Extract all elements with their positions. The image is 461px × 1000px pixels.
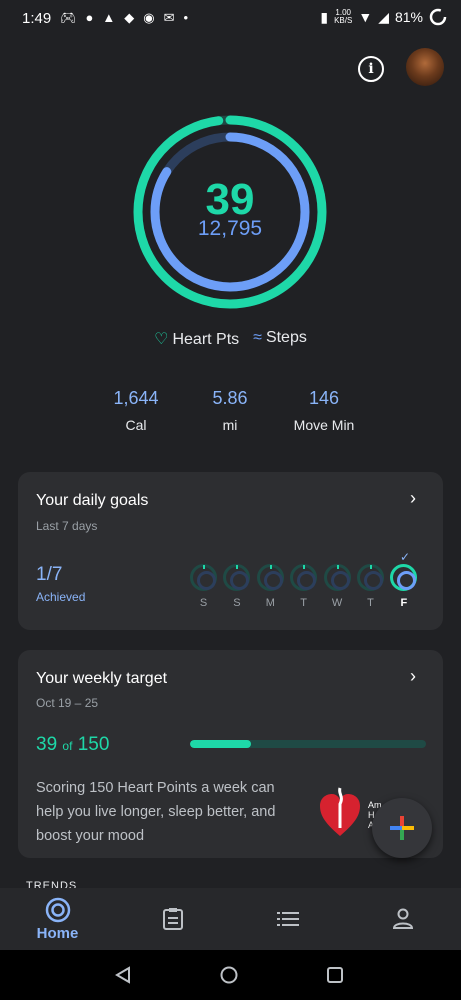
weekly-target-progress-text: 39 of 150 [36, 734, 110, 755]
discord-icon: 🎮︎ [60, 10, 77, 25]
add-button[interactable] [372, 798, 432, 858]
daily-goals-subtitle: Last 7 days [36, 519, 98, 533]
system-navigation [0, 950, 461, 1000]
steps-value: 12,795 [197, 217, 263, 240]
weekly-target-dates: Oct 19 – 25 [36, 696, 99, 710]
check-icon: ✓ [400, 550, 411, 564]
network-speed: 1.00 KB/S [334, 8, 353, 25]
legend-steps: ≈ Steps [253, 329, 307, 346]
line-icon: ● [85, 10, 94, 25]
shoe-icon: ≈ [253, 329, 262, 346]
mail-icon: ✉ [163, 10, 175, 25]
stat-move-min: 146 Move Min [293, 388, 355, 433]
reddit-icon: ◉ [143, 10, 155, 25]
legend-heart-pts: ♡ Heart Pts [154, 331, 240, 348]
tinder-icon: ◆ [124, 10, 135, 25]
notification-icons: 🎮︎ ● ▲ ◆ ◉ ✉ • [60, 10, 188, 26]
nav-journal[interactable] [115, 888, 230, 950]
day-ring-current: F [390, 564, 418, 609]
week-day-rings: S S M T W T F [190, 564, 418, 609]
day-ring: M [256, 564, 284, 609]
status-right: ▮ 1.00 KB/S ▼ ◢ 81% [320, 8, 447, 26]
ring-legend: ♡ Heart Pts ≈ Steps [0, 329, 461, 349]
daily-goals-title: Your daily goals [36, 492, 149, 509]
browse-icon [276, 912, 299, 926]
heart-association-logo [320, 787, 360, 836]
progress-fill [190, 740, 252, 748]
battery-icon [429, 8, 447, 26]
day-ring: T [356, 564, 384, 609]
vibrate-icon: ▮ [320, 8, 329, 25]
chevron-right-icon[interactable]: › [410, 488, 416, 509]
profile-icon [392, 908, 413, 929]
day-ring: T [290, 564, 318, 609]
weekly-target-progress-bar [190, 740, 426, 748]
dot-icon: • [183, 10, 189, 25]
nav-home[interactable]: Home [0, 888, 115, 950]
goals-achieved-label: Achieved [36, 590, 86, 604]
weekly-target-title: Your weekly target [36, 670, 168, 687]
nav-profile[interactable] [345, 888, 460, 950]
signal-icon: ◢ [378, 8, 389, 25]
day-ring: S [223, 564, 251, 609]
wifi-icon: ▼ [358, 9, 373, 25]
bottom-navigation: Home [0, 888, 461, 950]
back-icon[interactable] [114, 966, 132, 984]
day-ring: S [190, 564, 217, 609]
chevron-right-icon[interactable]: › [410, 666, 416, 687]
home-icon [45, 897, 70, 922]
goals-achieved-count: 1/7 [36, 564, 63, 585]
status-time: 1:49 [22, 10, 52, 27]
nav-browse[interactable] [230, 888, 345, 950]
info-icon[interactable]: i [358, 56, 384, 82]
plus-icon [390, 816, 414, 840]
battery-text: 81% [394, 9, 423, 25]
day-ring: W [323, 564, 351, 609]
ghost-icon: ▲ [102, 10, 116, 25]
recents-icon[interactable] [326, 966, 344, 984]
status-bar: 1:49 🎮︎ ● ▲ ◆ ◉ ✉ • ▮ 1.00 KB/S ▼ ◢ 81% [0, 0, 461, 36]
home-circle-icon[interactable] [220, 966, 238, 984]
heart-icon: ♡ [154, 331, 169, 348]
nav-home-label: Home [36, 924, 79, 942]
daily-goals-card[interactable]: Your daily goals Last 7 days › 1/7 Achie… [18, 472, 443, 630]
avatar[interactable] [406, 48, 444, 86]
weekly-target-description: Scoring 150 Heart Points a week can help… [36, 780, 276, 844]
journal-icon [162, 908, 183, 930]
